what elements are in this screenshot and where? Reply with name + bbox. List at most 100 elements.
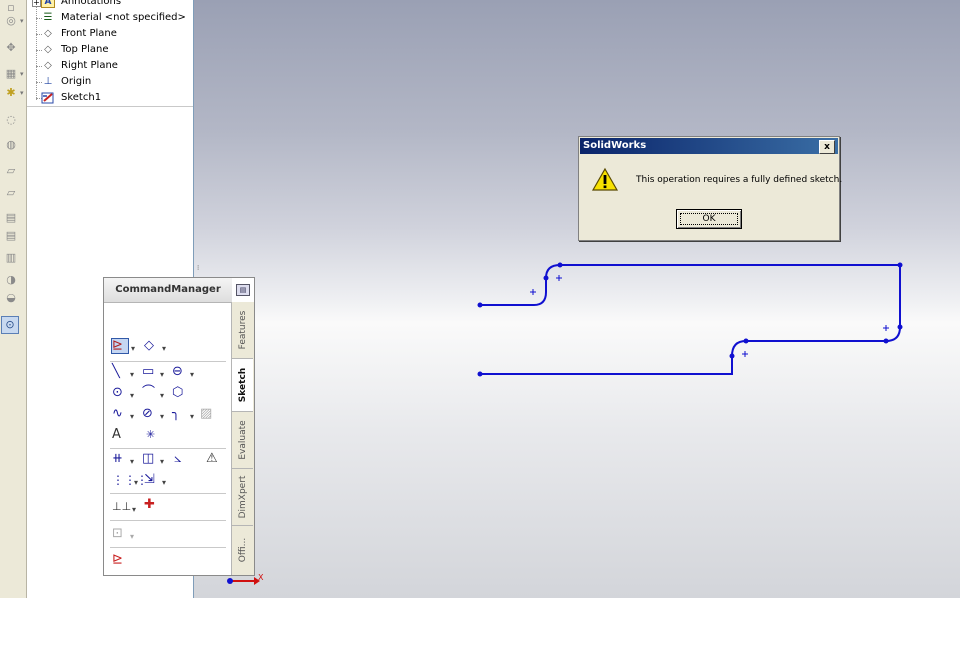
sketch-canvas[interactable] [194, 0, 960, 598]
sketch-endpoint[interactable] [729, 353, 735, 359]
appearance-icon[interactable]: ▱ [3, 185, 19, 201]
display-delete-relations-icon[interactable]: ⊥⊥ [112, 500, 131, 514]
sketch-endpoint[interactable] [897, 324, 903, 330]
command-manager-title[interactable]: CommandManager [104, 278, 232, 303]
display-relations-icon[interactable]: ⚠ [206, 452, 218, 466]
tab-label: DimXpert [237, 475, 248, 519]
chevron-down-icon[interactable]: ▾ [130, 530, 134, 544]
chevron-down-icon[interactable]: ▾ [160, 410, 164, 424]
chevron-down-icon[interactable]: ▾ [20, 70, 24, 78]
tree-item-origin[interactable]: ⊥ Origin [27, 74, 187, 90]
quick-snaps-icon[interactable]: ⊡ [112, 527, 123, 541]
tree-separator [27, 106, 193, 107]
sketch-icon[interactable]: ⊵ [112, 339, 123, 353]
tab-label: Features [237, 310, 248, 350]
smart-dimension-icon[interactable]: ✱ [3, 85, 19, 101]
chevron-down-icon[interactable]: ▾ [160, 389, 164, 403]
repair-sketch-icon[interactable]: ✚ [144, 498, 155, 512]
rapid-sketch-icon[interactable]: ⊵ [112, 553, 123, 567]
rotate-tool-icon[interactable]: ◎ [3, 13, 19, 29]
sketch-endpoint[interactable] [477, 302, 483, 308]
circle-icon[interactable]: ⊙ [112, 386, 123, 400]
tree-item-sketch1[interactable]: Sketch1 [27, 90, 187, 106]
sketch-endpoint[interactable] [557, 262, 563, 268]
sketch-tools: ⊵ ▾ ◇ ▾ ╲ ▾ ▭ ▾ ⊖ ▾ ⊙ ▾ ⌒ ▾ ⬡ ∿ ▾ ⊘ ▾ ╮ … [104, 303, 230, 575]
text-icon[interactable]: A [112, 428, 121, 442]
view-tool-icon[interactable]: ▦ [3, 66, 19, 82]
sketch-endpoint[interactable] [477, 371, 483, 377]
focus-rect [680, 213, 738, 225]
chevron-down-icon[interactable]: ▾ [130, 410, 134, 424]
chevron-down-icon[interactable]: ▾ [131, 342, 135, 356]
sketch-profile[interactable] [480, 264, 901, 375]
trim-icon[interactable]: ⧺ [112, 452, 123, 466]
dialog-title-bar[interactable]: SolidWorks x [580, 138, 838, 154]
ok-button[interactable]: OK [676, 209, 742, 229]
arc-icon[interactable]: ⌒ [142, 386, 155, 400]
sketch-endpoint[interactable] [543, 275, 549, 281]
tree-item-annotations[interactable]: + A Annotations [27, 0, 187, 10]
chevron-down-icon[interactable]: ▾ [20, 89, 24, 97]
chevron-down-icon[interactable]: ▾ [190, 368, 194, 382]
apply-scene-icon[interactable]: ◒ [3, 290, 19, 306]
pin-icon[interactable]: ▤ [236, 284, 250, 296]
chevron-down-icon[interactable]: ▾ [162, 476, 166, 490]
display-icon[interactable]: ▱ [3, 163, 19, 179]
polygon-icon[interactable]: ⬡ [172, 386, 183, 400]
view-settings-icon[interactable]: ⊙ [1, 316, 19, 334]
origin-icon: ⊥ [43, 76, 53, 87]
graphics-area[interactable] [194, 0, 960, 598]
hide-show-icon[interactable]: ▥ [3, 250, 19, 266]
splitter-grip[interactable]: ⁞ [197, 264, 199, 272]
sketch-points [477, 262, 903, 377]
tab-label: Offi... [237, 537, 248, 563]
ellipse-icon[interactable]: ⊘ [142, 407, 153, 421]
sketch-endpoint[interactable] [897, 262, 903, 268]
tree-item-top-plane[interactable]: ◇ Top Plane [27, 42, 187, 58]
tree-item-right-plane[interactable]: ◇ Right Plane [27, 58, 187, 74]
chevron-down-icon[interactable]: ▾ [130, 368, 134, 382]
convert-entities-icon[interactable]: ◫ [142, 452, 154, 466]
chevron-down-icon[interactable]: ▾ [190, 410, 194, 424]
spline-icon[interactable]: ∿ [112, 407, 123, 421]
tab-features[interactable]: Features [232, 302, 253, 359]
zoom-icon[interactable]: ◌ [3, 112, 19, 128]
chevron-down-icon[interactable]: ▾ [130, 455, 134, 469]
chevron-down-icon[interactable]: ▾ [134, 476, 138, 490]
sketch-endpoint[interactable] [743, 338, 749, 344]
linear-pattern-icon[interactable]: ⋮⋮⋮ [112, 473, 148, 487]
point-icon[interactable]: ✳ [146, 428, 155, 442]
section-view-icon[interactable]: ◍ [3, 137, 19, 153]
plane-icon: ◇ [44, 60, 52, 71]
tree-item-material[interactable]: ☰ Material <not specified> [27, 10, 187, 26]
tab-office[interactable]: Offi... [232, 526, 253, 574]
sketch-endpoint[interactable] [883, 338, 889, 344]
tab-dimxpert[interactable]: DimXpert [232, 469, 253, 526]
slot-icon[interactable]: ⊖ [172, 365, 183, 379]
line-icon[interactable]: ╲ [112, 365, 120, 379]
chevron-down-icon[interactable]: ▾ [130, 389, 134, 403]
edit-appearance-icon[interactable]: ◑ [3, 272, 19, 288]
tab-sketch[interactable]: Sketch [232, 359, 253, 412]
offset-entities-icon[interactable]: ⦣ [174, 452, 181, 466]
plane-icon: ◇ [44, 28, 52, 39]
chevron-down-icon[interactable]: ▾ [160, 368, 164, 382]
chevron-down-icon[interactable]: ▾ [132, 503, 136, 517]
chevron-down-icon[interactable]: ▾ [162, 342, 166, 356]
display-style-icon[interactable]: ▤ [3, 228, 19, 244]
tree-item-label: Material <not specified> [61, 12, 186, 23]
tab-evaluate[interactable]: Evaluate [232, 412, 253, 469]
tree-item-front-plane[interactable]: ◇ Front Plane [27, 26, 187, 42]
close-button[interactable]: x [819, 140, 835, 154]
chevron-down-icon[interactable]: ▾ [160, 455, 164, 469]
fillet-icon[interactable]: ╮ [172, 407, 180, 421]
scene-icon[interactable]: ▤ [3, 210, 19, 226]
rectangle-icon[interactable]: ▭ [142, 365, 154, 379]
expand-icon[interactable]: + [32, 0, 41, 7]
sketch-polyline[interactable] [480, 264, 901, 375]
pan-tool-icon[interactable]: ✥ [3, 40, 19, 56]
move-entities-icon[interactable]: ⇲ [144, 473, 155, 487]
smart-dimension-icon[interactable]: ◇ [144, 339, 154, 353]
plane-icon[interactable]: ▨ [200, 407, 212, 421]
chevron-down-icon[interactable]: ▾ [20, 17, 24, 25]
